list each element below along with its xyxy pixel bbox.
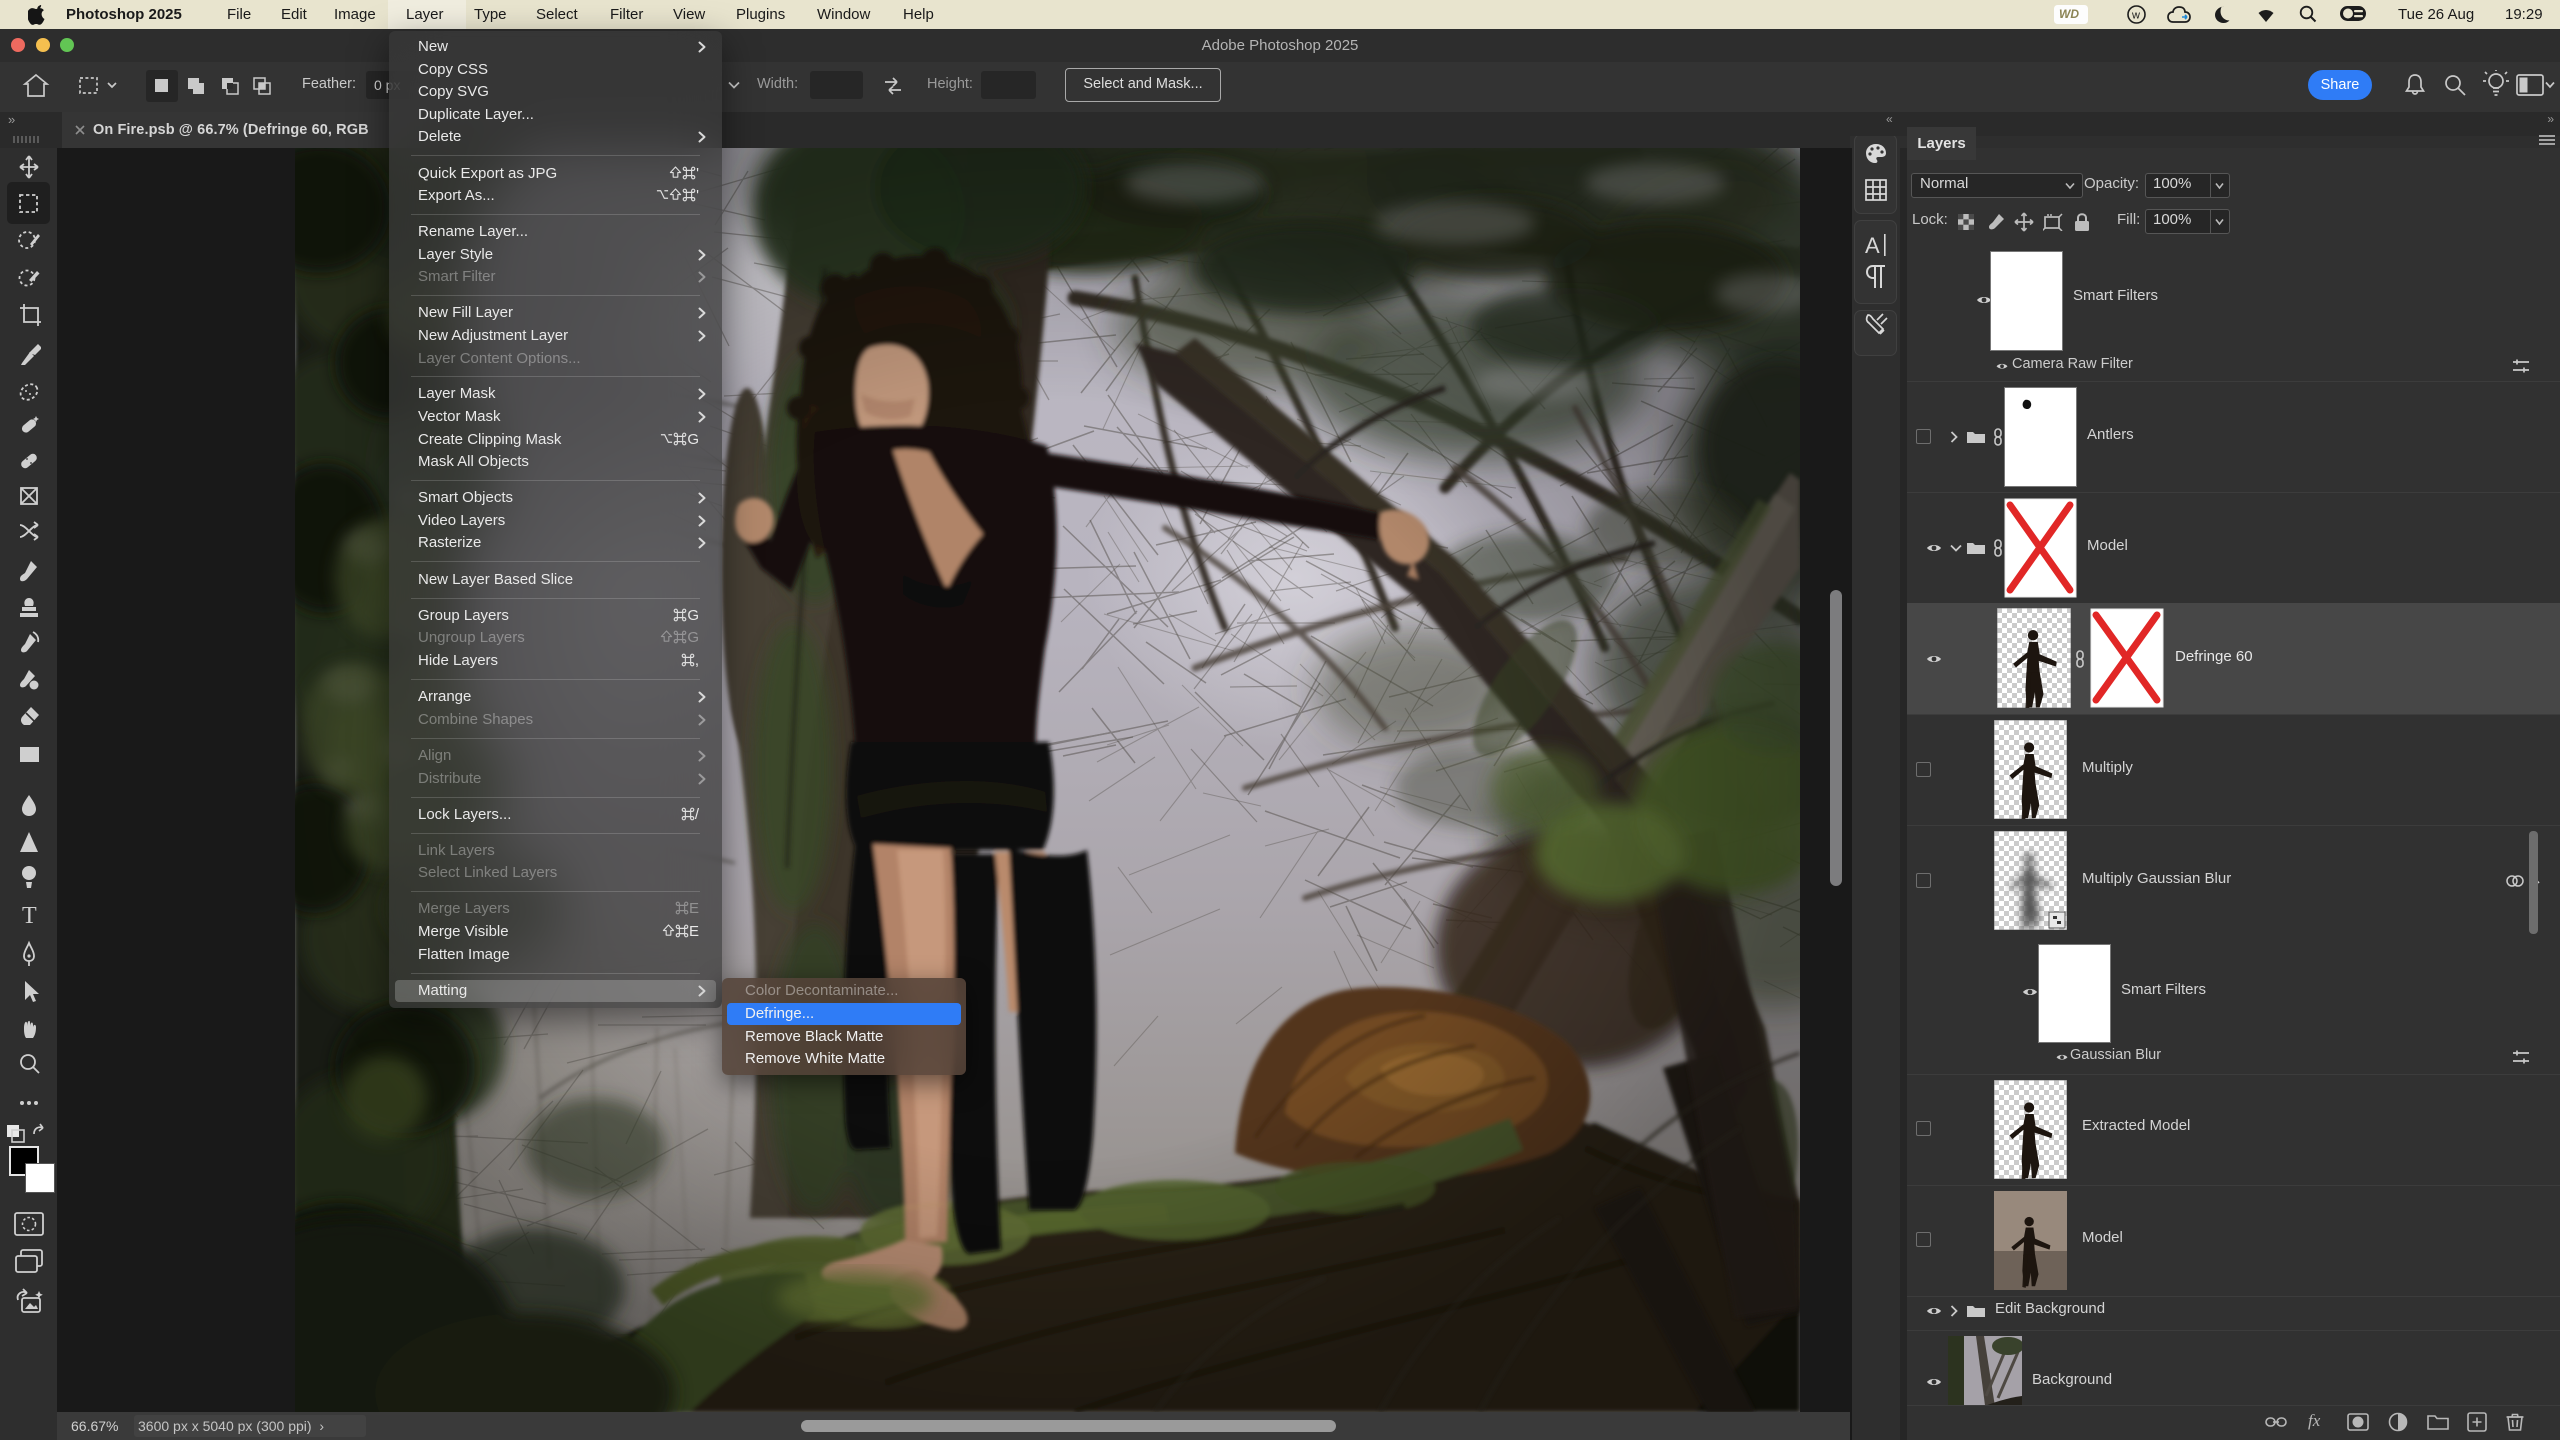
svg-text:w: w <box>2131 10 2140 22</box>
svg-text:A: A <box>1865 233 1880 258</box>
svg-text:T: T <box>22 903 37 929</box>
